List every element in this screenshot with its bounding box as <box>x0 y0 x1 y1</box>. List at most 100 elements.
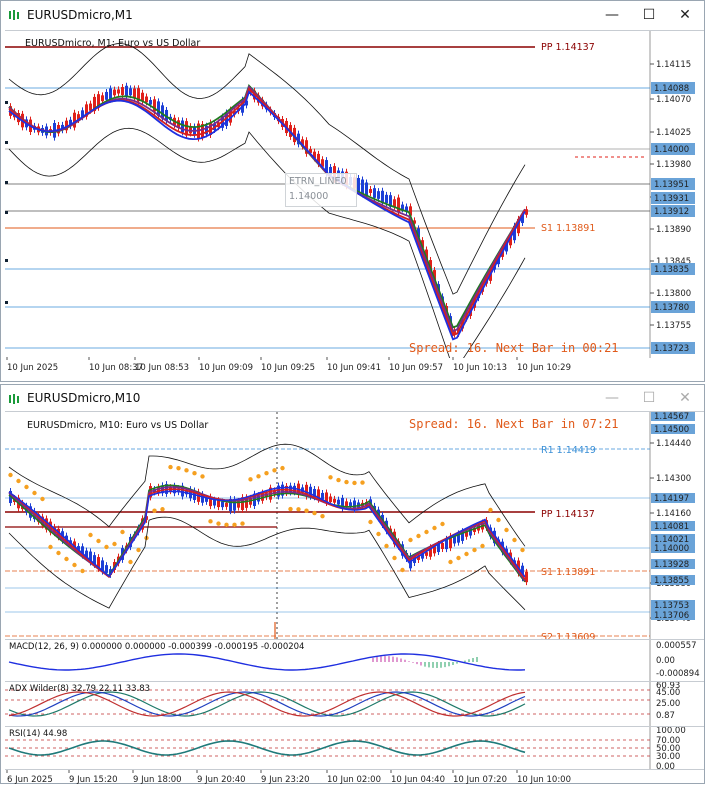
chart-window-m1: EURUSDmicro,M1 — ☐ ✕ 1.14115 1.14070 1.140… <box>0 0 705 382</box>
candle-body <box>357 178 360 192</box>
price-tag-label: 1.14500 <box>654 425 689 435</box>
window-titlebar[interactable]: EURUSDmicro,M10 — ☐ ✕ <box>1 385 704 411</box>
moving-average-line <box>8 85 526 333</box>
spread-status: Spread: 16. Next Bar in 00:21 <box>409 341 619 355</box>
window-titlebar[interactable]: EURUSDmicro,M1 — ☐ ✕ <box>1 1 704 30</box>
candle-body <box>385 194 388 204</box>
minimize-icon[interactable]: — <box>598 5 626 25</box>
parabolic-sar-dot <box>400 567 405 573</box>
candle-body <box>365 182 368 196</box>
candle-body <box>101 95 104 102</box>
maximize-icon[interactable]: ☐ <box>635 5 663 25</box>
parabolic-sar-dot <box>432 525 437 531</box>
candle-body <box>377 191 380 199</box>
parabolic-sar-dot <box>480 543 485 549</box>
macd-line <box>8 653 526 671</box>
candle-body <box>221 501 224 508</box>
parabolic-sar-dot <box>176 465 181 471</box>
candle-body <box>453 536 456 544</box>
parabolic-sar-dot <box>312 510 317 516</box>
time-label: 10 Jun 09:57 <box>389 363 443 373</box>
parabolic-sar-dot <box>224 522 229 528</box>
macd-label: MACD(12, 26, 9) 0.000000 0.000000 -0.000… <box>9 642 305 652</box>
rsi-line <box>8 740 526 756</box>
time-label: 10 Jun 2025 <box>7 363 58 373</box>
parabolic-sar-dot <box>88 532 93 538</box>
parabolic-sar-dot <box>96 538 101 544</box>
adx-tick-label: 25.00 <box>656 699 680 709</box>
candle-body <box>133 88 136 98</box>
adx-line <box>8 691 526 717</box>
moving-average-line <box>8 90 526 341</box>
price-tick-label: 1.14070 <box>656 95 691 105</box>
price-tick-label: 1.13890 <box>656 225 691 235</box>
parabolic-sar-dot <box>408 537 413 543</box>
parabolic-sar-dot <box>464 551 469 557</box>
rsi-tick-label: 100.00 <box>656 727 686 736</box>
pivot-pp-label: PP 1.14137 <box>541 42 595 53</box>
close-icon[interactable]: ✕ <box>671 5 699 25</box>
price-tick-label: 1.13800 <box>656 289 691 299</box>
parabolic-sar-dot <box>248 477 253 482</box>
price-tag-label: 1.13723 <box>654 344 689 354</box>
price-chart-m10[interactable]: 1.144401.143001.141601.138801.137401.145… <box>5 412 704 640</box>
parabolic-sar-dot <box>392 555 397 561</box>
candle-body <box>105 565 108 573</box>
parabolic-sar-dot <box>128 559 133 565</box>
parabolic-sar-dot <box>320 513 325 519</box>
candle-body <box>129 88 132 96</box>
price-tick-label: 1.13980 <box>656 160 691 170</box>
candle-body <box>213 499 216 506</box>
candle-body <box>73 112 76 128</box>
parabolic-sar-dot <box>360 480 365 485</box>
macd-tick-label: -0.000894 <box>656 669 700 679</box>
rsi-panel[interactable]: 100.00 70.00 50.00 30.00 0.00 RSI(14) 44.98 <box>5 726 704 770</box>
parabolic-sar-dot <box>376 531 381 537</box>
moving-average-line <box>8 83 526 329</box>
candle-body <box>105 91 108 100</box>
price-tick-label: 1.14440 <box>656 439 691 449</box>
parabolic-sar-dot <box>296 507 301 512</box>
window-title: EURUSDmicro,M1 <box>27 8 133 22</box>
minimize-icon[interactable]: — <box>598 388 626 408</box>
candle-body <box>89 103 92 111</box>
left-marker <box>5 141 8 144</box>
candle-body <box>145 96 148 103</box>
parabolic-sar-dot <box>448 559 453 565</box>
resistance-r1-label: R1 1.14419 <box>541 445 596 456</box>
candle-body <box>329 496 332 503</box>
chart-title: EURUSDmicro, M1: Euro vs US Dollar <box>25 38 201 49</box>
price-tag-label: 1.13753 <box>654 601 689 611</box>
rsi-tick-label: 30.00 <box>656 752 680 762</box>
moving-average-line <box>8 486 526 578</box>
spread-status: Spread: 16. Next Bar in 07:21 <box>409 417 619 431</box>
price-tag-label: 1.14197 <box>654 494 689 504</box>
macd-panel[interactable]: 0.000557 0.00 -0.000894 MACD(12, 26, 9) 0.… <box>5 639 704 682</box>
parabolic-sar-dot <box>328 475 333 480</box>
parabolic-sar-dot <box>496 517 501 523</box>
etrn-name: ETRN_LINE0 <box>289 176 347 187</box>
parabolic-sar-dot <box>208 519 213 524</box>
parabolic-sar-dot <box>488 507 493 513</box>
rsi-label: RSI(14) 44.98 <box>9 729 68 739</box>
parabolic-sar-dot <box>424 529 429 535</box>
moving-average-line <box>8 486 526 582</box>
parabolic-sar-dot <box>104 544 109 550</box>
main-chart-panel-m1[interactable]: 1.141151.140701.140251.139801.139351.138… <box>5 30 704 358</box>
parabolic-sar-dot <box>184 468 189 473</box>
maximize-icon[interactable]: ☐ <box>635 388 663 408</box>
pivot-pp-label: PP 1.14137 <box>541 509 595 520</box>
price-tick-label: 1.14300 <box>656 474 691 484</box>
close-icon[interactable]: ✕ <box>671 388 699 408</box>
candle-body <box>369 189 372 193</box>
candle-body <box>125 85 128 97</box>
parabolic-sar-dot <box>520 547 525 553</box>
main-chart-panel-m10[interactable]: 1.144401.143001.141601.138801.137401.145… <box>5 411 704 643</box>
adx-panel[interactable]: 60.93 45.00 25.00 0.87 ADX Wilder(8) 32.79 … <box>5 681 704 727</box>
left-marker <box>5 259 8 262</box>
adx-tick-label: 45.00 <box>656 688 680 698</box>
parabolic-sar-dot <box>440 521 445 527</box>
price-tag-label: 1.13951 <box>654 180 689 190</box>
chart-window-m10: EURUSDmicro,M10 — ☐ ✕ 1.14440 1.14300 1.14… <box>0 384 705 785</box>
parabolic-sar-dot <box>152 508 157 513</box>
